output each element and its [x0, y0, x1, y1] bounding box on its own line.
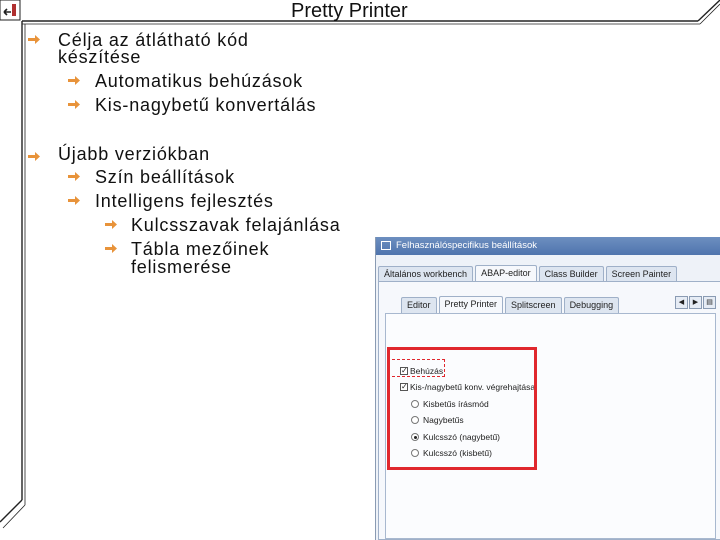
bullet-arrow-icon [68, 76, 80, 85]
dialog-icon [381, 241, 391, 250]
bullet-3: Kis-nagybetű konvertálás [95, 95, 317, 115]
tab-pretty-printer[interactable]: Pretty Printer [438, 296, 504, 313]
bullet-5: Szín beállítások [95, 167, 235, 187]
dialog-titlebar: Felhasználóspecifikus beállítások [376, 237, 720, 255]
slide-title: Pretty Printer [291, 0, 408, 22]
bullet-8-line2: felismerése [131, 257, 232, 277]
bullet-6: Intelligens fejlesztés [95, 191, 274, 211]
bullet-arrow-icon [68, 100, 80, 109]
bullet-arrow-icon [68, 172, 80, 181]
tab-list-icon[interactable]: ▤ [703, 296, 716, 309]
bullet-7: Kulcsszavak felajánlása [131, 215, 341, 235]
tab-general-workbench[interactable]: Általános workbench [378, 266, 474, 282]
dialog-title: Felhasználóspecifikus beállítások [396, 240, 537, 251]
bullet-arrow-icon [28, 152, 40, 161]
tab-debugging[interactable]: Debugging [563, 297, 620, 313]
main-tab-strip: Általános workbench ABAP-editor Class Buil… [378, 265, 679, 282]
scroll-right-icon[interactable]: ▶ [689, 296, 702, 309]
bullet-8-line1: Tábla mezőinek [131, 239, 270, 259]
bullet-arrow-icon [105, 244, 117, 253]
tab-splitscreen[interactable]: Splitscreen [505, 297, 562, 313]
bullet-arrow-icon [28, 35, 40, 44]
bullet-arrow-icon [68, 196, 80, 205]
tab-screen-painter[interactable]: Screen Painter [605, 266, 678, 282]
bullet-2: Automatikus behúzások [95, 71, 303, 91]
tab-abap-editor[interactable]: ABAP-editor [475, 265, 537, 282]
bullet-arrow-icon [105, 220, 117, 229]
bullet-1-line2: készítése [58, 47, 142, 67]
tab-class-builder[interactable]: Class Builder [538, 266, 604, 282]
highlight-box [387, 347, 537, 470]
bullet-4: Újabb verziókban [58, 144, 210, 164]
scroll-left-icon[interactable]: ◀ [675, 296, 688, 309]
tab-scroll-buttons: ◀ ▶ ▤ [674, 296, 716, 309]
sub-tab-strip: Editor Pretty Printer Splitscreen Debugging [401, 296, 621, 313]
tab-editor[interactable]: Editor [401, 297, 437, 313]
exit-icon[interactable] [0, 0, 26, 24]
